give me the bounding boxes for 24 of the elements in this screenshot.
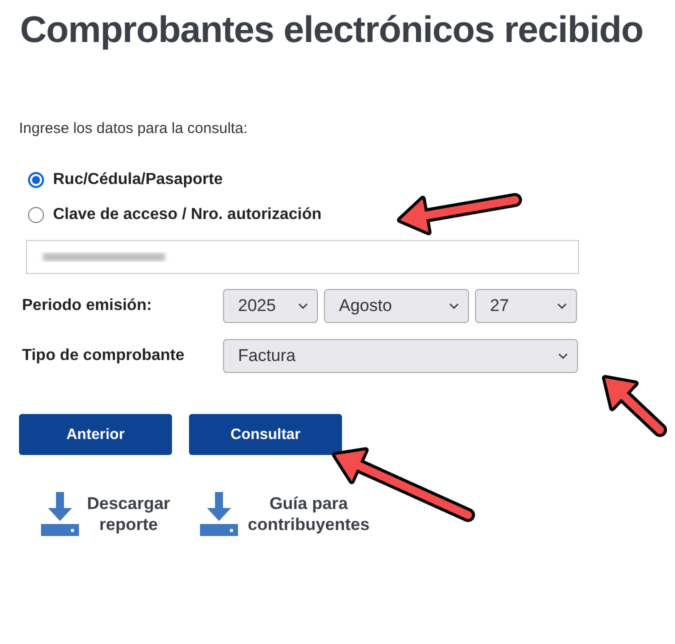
chevron-down-icon xyxy=(449,303,459,309)
form-instructions: Ingrese los datos para la consulta: xyxy=(19,120,248,137)
form-button[interactable]: Anterior xyxy=(19,414,172,455)
month-select[interactable]: Agosto xyxy=(324,289,469,323)
day-select[interactable]: 27 xyxy=(475,289,577,323)
radio-label[interactable]: Ruc/Cédula/Pasaporte xyxy=(53,171,223,189)
year-select[interactable]: 2025 xyxy=(223,289,318,323)
radio-button[interactable] xyxy=(28,172,44,188)
annotation-arrow xyxy=(602,375,667,437)
chevron-down-icon xyxy=(558,353,568,359)
download-link[interactable]: Descargar reporte xyxy=(87,493,170,535)
chevron-down-icon xyxy=(298,303,308,309)
form-button[interactable]: Consultar xyxy=(189,414,342,455)
voucher-type-select[interactable]: Factura xyxy=(223,339,578,373)
chevron-down-icon xyxy=(557,303,567,309)
radio-button[interactable] xyxy=(28,207,44,223)
download-icon xyxy=(41,492,79,536)
field-label: Tipo de comprobante xyxy=(22,347,186,365)
download-link[interactable]: Guía para contribuyentes xyxy=(246,493,372,535)
id-input-field[interactable] xyxy=(26,240,579,274)
field-label: Periodo emisión: xyxy=(22,297,153,315)
radio-label[interactable]: Clave de acceso / Nro. autorización xyxy=(53,206,322,224)
download-icon xyxy=(200,492,238,536)
page-title: Comprobantes electrónicos recibido xyxy=(19,8,644,52)
